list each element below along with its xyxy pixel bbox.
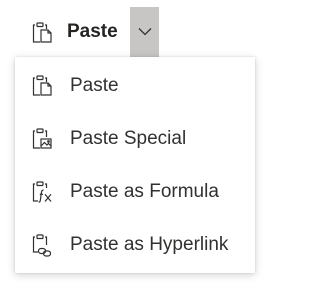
paste-icon [30, 73, 55, 98]
paste-special-icon [30, 126, 55, 151]
paste-split-button[interactable]: Paste [15, 7, 163, 57]
paste-formula-icon [30, 179, 55, 204]
menu-item-paste-as-formula[interactable]: Paste as Formula [15, 165, 255, 218]
paste-icon [30, 20, 55, 45]
chevron-down-icon [138, 23, 152, 41]
menu-item-label: Paste as Formula [70, 180, 219, 202]
menu-item-label: Paste as Hyperlink [70, 233, 229, 255]
paste-button[interactable]: Paste [15, 7, 130, 57]
menu-item-paste-as-hyperlink[interactable]: Paste as Hyperlink [15, 218, 255, 271]
paste-menu: Paste Paste Special Paste as Formula Pas… [15, 57, 255, 273]
menu-item-label: Paste [70, 74, 119, 96]
paste-button-label: Paste [67, 21, 118, 42]
menu-item-label: Paste Special [70, 127, 187, 149]
paste-dropdown-toggle[interactable] [130, 7, 159, 57]
menu-item-paste-special[interactable]: Paste Special [15, 112, 255, 165]
paste-hyperlink-icon [30, 232, 55, 257]
menu-item-paste[interactable]: Paste [15, 59, 255, 112]
